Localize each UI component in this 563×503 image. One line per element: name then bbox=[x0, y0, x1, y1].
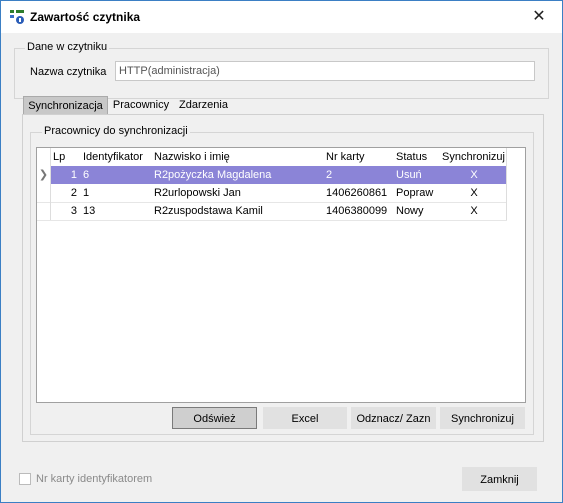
sync-group-legend: Pracownicy do synchronizacji bbox=[42, 125, 190, 137]
table-row[interactable]: ❯ 1 6 R2pożyczka Magdalena 2 Usuń X bbox=[37, 166, 507, 184]
cell-nr-karty: 1406260861 bbox=[326, 187, 388, 199]
window-title: Zawartość czytnika bbox=[30, 10, 141, 24]
column-header-lp[interactable]: Lp bbox=[53, 148, 77, 166]
cell-nr-karty: 1406380099 bbox=[326, 205, 388, 217]
column-header-status[interactable]: Status bbox=[396, 148, 436, 166]
card-as-id-checkbox[interactable] bbox=[19, 473, 31, 485]
excel-button[interactable]: Excel bbox=[263, 407, 347, 429]
dialog-window: Zawartość czytnika ✕ Dane w czytniku Naz… bbox=[0, 0, 563, 503]
grid-header-row: Lp Identyfikator Nazwisko i imię Nr kart… bbox=[37, 148, 507, 166]
row-indicator-icon: ❯ bbox=[37, 166, 50, 184]
app-icon bbox=[10, 10, 24, 24]
table-row[interactable]: 3 13 R2zuspodstawa Kamil 1406380099 Nowy… bbox=[37, 202, 507, 221]
refresh-button[interactable]: Odśwież bbox=[172, 407, 257, 429]
row-indicator-icon bbox=[37, 202, 50, 220]
cell-lp: 1 bbox=[70, 169, 77, 181]
synchronize-button[interactable]: Synchronizuj bbox=[440, 407, 525, 429]
employees-grid[interactable]: Lp Identyfikator Nazwisko i imię Nr kart… bbox=[36, 147, 526, 403]
close-icon[interactable]: ✕ bbox=[516, 1, 562, 33]
cell-nazwisko: R2zuspodstawa Kamil bbox=[154, 205, 263, 217]
card-as-id-checkbox-label: Nr karty identyfikatorem bbox=[36, 473, 153, 485]
column-header-nazwisko[interactable]: Nazwisko i imię bbox=[154, 148, 322, 166]
cell-status: Popraw bbox=[396, 187, 434, 199]
cell-nazwisko: R2urlopowski Jan bbox=[154, 187, 241, 199]
toggle-selection-button[interactable]: Odznacz/ Zazn bbox=[351, 407, 436, 429]
reader-name-field[interactable]: HTTP(administracja) bbox=[115, 61, 535, 81]
cell-synchronizuj[interactable]: X bbox=[442, 202, 506, 220]
tab-pracownicy[interactable]: Pracownicy bbox=[109, 96, 173, 114]
tab-synchronizacja[interactable]: Synchronizacja bbox=[23, 96, 108, 115]
column-header-identyfikator[interactable]: Identyfikator bbox=[83, 148, 151, 166]
cell-nr-karty: 2 bbox=[326, 169, 333, 181]
cell-synchronizuj[interactable]: X bbox=[442, 184, 506, 202]
cell-status: Usuń bbox=[396, 169, 422, 181]
cell-identyfikator: 6 bbox=[83, 169, 90, 181]
column-header-synchronizuj[interactable]: Synchronizuj bbox=[442, 148, 506, 166]
cell-lp: 2 bbox=[70, 187, 77, 199]
cell-synchronizuj[interactable]: X bbox=[442, 166, 506, 184]
reader-group-legend: Dane w czytniku bbox=[25, 41, 110, 53]
cell-identyfikator: 13 bbox=[83, 205, 96, 217]
cell-nazwisko: R2pożyczka Magdalena bbox=[154, 169, 272, 181]
grid-column-divider bbox=[50, 148, 51, 220]
grid-column-divider bbox=[506, 148, 507, 220]
reader-name-label: Nazwa czytnika bbox=[30, 66, 107, 78]
cell-status: Nowy bbox=[396, 205, 424, 217]
title-bar: Zawartość czytnika ✕ bbox=[1, 1, 562, 33]
row-indicator-icon bbox=[37, 184, 50, 202]
tab-zdarzenia[interactable]: Zdarzenia bbox=[176, 96, 231, 114]
cell-identyfikator: 1 bbox=[83, 187, 90, 199]
close-button[interactable]: Zamknij bbox=[462, 467, 537, 491]
cell-lp: 3 bbox=[70, 205, 77, 217]
column-header-nr-karty[interactable]: Nr karty bbox=[326, 148, 392, 166]
table-row[interactable]: 2 1 R2urlopowski Jan 1406260861 Popraw X bbox=[37, 184, 507, 203]
